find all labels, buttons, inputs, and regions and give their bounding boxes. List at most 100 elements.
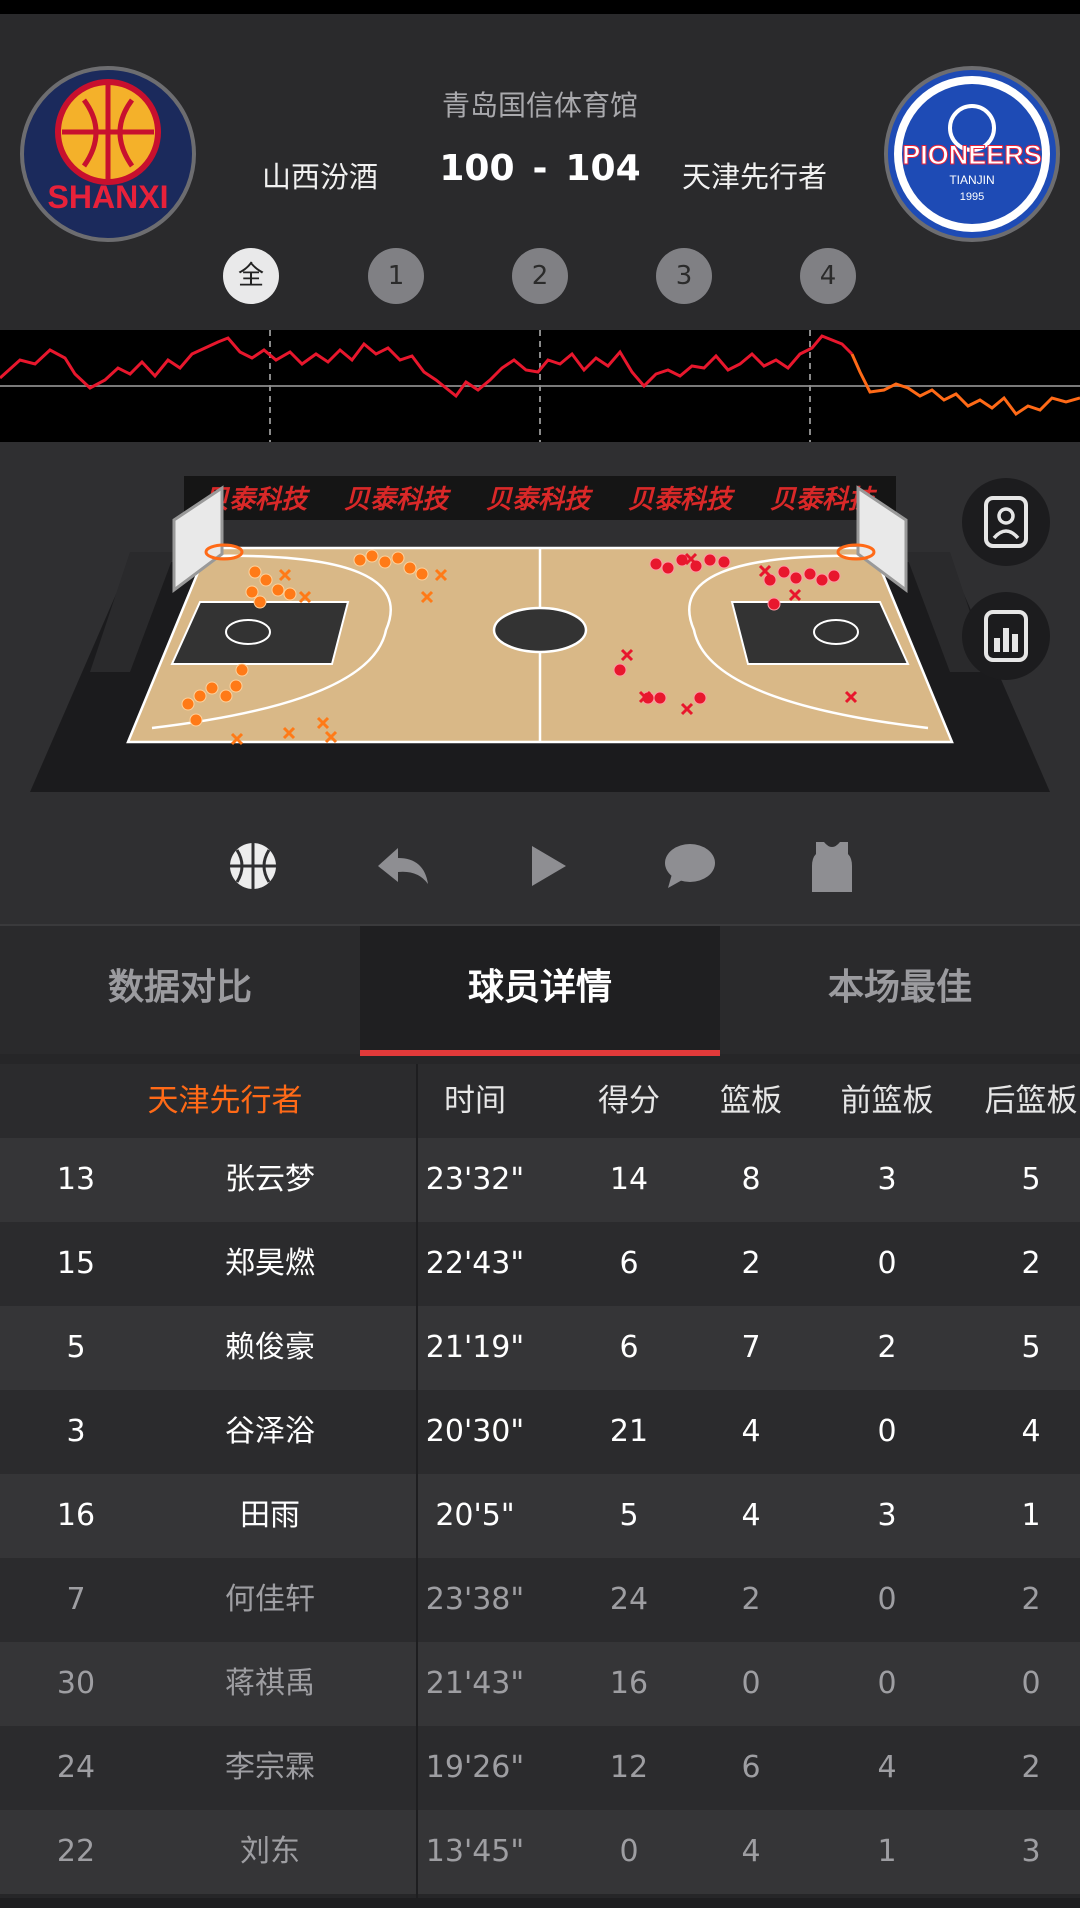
tab-bar: 数据对比 球员详情 本场最佳 <box>0 924 1080 1056</box>
table-row[interactable]: 3 谷泽浴 20'30" 21 4 0 4 <box>0 1390 1080 1474</box>
cell-points: 21 <box>609 1414 649 1449</box>
ad-board-text: 贝泰科技 <box>486 484 594 514</box>
cell-rebounds: 4 <box>741 1498 761 1533</box>
shot-chart-toggle[interactable] <box>223 836 283 896</box>
home-team-logo[interactable]: SHANXI <box>20 66 196 242</box>
team-column-header[interactable]: 天津先行者 <box>60 1064 390 1138</box>
cell-offensive-rebounds: 0 <box>877 1414 897 1449</box>
cell-time: 20'5" <box>435 1498 515 1533</box>
table-column-divider <box>416 1064 418 1908</box>
cell-defensive-rebounds: 5 <box>1021 1162 1041 1197</box>
cell-player-name: 刘东 <box>240 1834 300 1869</box>
game-header: SHANXI PIONEERS TIANJIN 1995 青岛国信体育馆 山西汾… <box>0 14 1080 330</box>
score-separator: - <box>532 148 548 189</box>
tab-player-details[interactable]: 球员详情 <box>360 926 720 1056</box>
cell-defensive-rebounds: 2 <box>1021 1246 1041 1281</box>
cell-rebounds: 4 <box>741 1834 761 1869</box>
player-card-button[interactable] <box>962 478 1050 566</box>
cell-rebounds: 4 <box>741 1414 761 1449</box>
period-1-button[interactable]: 1 <box>368 248 424 304</box>
period-2-button[interactable]: 2 <box>512 248 568 304</box>
column-header-rebounds[interactable]: 篮板 <box>696 1064 806 1138</box>
cell-rebounds: 7 <box>741 1330 761 1365</box>
cell-offensive-rebounds: 3 <box>877 1498 897 1533</box>
tab-best-players[interactable]: 本场最佳 <box>720 926 1080 1056</box>
screen: { "game": { "venue": "青岛国信体育馆", "home_te… <box>0 0 1080 1908</box>
cell-points: 5 <box>619 1498 639 1533</box>
table-row[interactable]: 24 李宗霖 19'26" 12 6 4 2 <box>0 1726 1080 1810</box>
replay-button[interactable] <box>374 836 434 896</box>
cell-number: 7 <box>66 1582 86 1617</box>
cell-defensive-rebounds: 3 <box>1021 1834 1041 1869</box>
stats-report-icon <box>984 610 1028 662</box>
cell-player-name: 赖俊豪 <box>225 1330 315 1365</box>
cell-defensive-rebounds: 1 <box>1021 1498 1041 1533</box>
cell-points: 16 <box>609 1666 649 1701</box>
cell-time: 13'45" <box>425 1834 525 1869</box>
cell-defensive-rebounds: 4 <box>1021 1414 1041 1449</box>
table-row[interactable]: 30 蒋祺禹 21'43" 16 0 0 0 <box>0 1642 1080 1726</box>
cell-player-name: 张云梦 <box>225 1162 315 1197</box>
shot-chart: 贝泰科技 贝泰科技 贝泰科技 贝泰科技 贝泰科技 <box>30 476 1050 792</box>
cell-player-name: 李宗霖 <box>225 1750 315 1785</box>
table-header: 天津先行者 时间 得分 篮板 前篮板 后篮板 <box>0 1064 1080 1138</box>
lineup-button[interactable] <box>802 836 862 896</box>
tab-data-comparison[interactable]: 数据对比 <box>0 926 360 1056</box>
cell-number: 22 <box>56 1834 96 1869</box>
column-header-defensive-rebounds[interactable]: 后篮板 <box>966 1064 1080 1138</box>
player-card-icon <box>984 496 1028 548</box>
cell-player-name: 郑昊燃 <box>225 1246 315 1281</box>
away-logo-year: 1995 <box>960 191 984 203</box>
stats-report-button[interactable] <box>962 592 1050 680</box>
cell-points: 14 <box>609 1162 649 1197</box>
column-header-time[interactable]: 时间 <box>420 1064 530 1138</box>
cell-time: 21'43" <box>425 1666 525 1701</box>
bottom-strip <box>0 1898 1080 1908</box>
away-team-name: 天津先行者 <box>682 160 828 194</box>
column-header-points[interactable]: 得分 <box>574 1064 684 1138</box>
cell-time: 21'19" <box>425 1330 525 1365</box>
cell-rebounds: 0 <box>741 1666 761 1701</box>
cell-time: 20'30" <box>425 1414 525 1449</box>
replay-icon <box>378 848 428 884</box>
table-row[interactable]: 15 郑昊燃 22'43" 6 2 0 2 <box>0 1222 1080 1306</box>
cell-time: 23'38" <box>425 1582 525 1617</box>
away-team-logo[interactable]: PIONEERS TIANJIN 1995 <box>884 66 1060 242</box>
cell-defensive-rebounds: 0 <box>1021 1666 1041 1701</box>
cell-time: 23'32" <box>425 1162 525 1197</box>
score-trend-chart <box>0 330 1080 442</box>
away-logo-text: PIONEERS <box>902 140 1042 170</box>
cell-time: 22'43" <box>425 1246 525 1281</box>
table-row[interactable]: 13 张云梦 23'32" 14 8 3 5 <box>0 1138 1080 1222</box>
cell-number: 5 <box>66 1330 86 1365</box>
period-4-button[interactable]: 4 <box>800 248 856 304</box>
player-stats-table: 天津先行者 时间 得分 篮板 前篮板 后篮板 1 3 张云梦 23'32" 14 8 3 5 1… <box>0 1064 1080 1894</box>
cell-player-name: 蒋祺禹 <box>225 1666 315 1701</box>
cell-number: 24 <box>56 1750 96 1785</box>
cell-rebounds: 8 <box>741 1162 761 1197</box>
away-logo-sub: TIANJIN <box>949 173 994 187</box>
cell-number: 3 <box>66 1414 86 1449</box>
period-3-button[interactable]: 3 <box>656 248 712 304</box>
table-row[interactable]: 7 何佳轩 23'38" 24 2 0 2 <box>0 1558 1080 1642</box>
trend-line-home <box>850 353 1080 417</box>
table-row[interactable]: 22 刘东 13'45" 0 4 1 3 <box>0 1810 1080 1894</box>
play-icon <box>532 846 566 886</box>
play-button[interactable] <box>518 836 578 896</box>
period-all-button[interactable]: 全 <box>223 248 279 304</box>
cell-defensive-rebounds: 2 <box>1021 1582 1041 1617</box>
cell-number: 15 <box>56 1246 96 1281</box>
cell-points: 6 <box>619 1246 639 1281</box>
cell-player-name: 何佳轩 <box>225 1582 315 1617</box>
table-row[interactable]: 5 赖俊豪 21'19" 6 7 2 5 <box>0 1306 1080 1390</box>
table-row[interactable]: 16 田雨 20'5" 5 4 3 1 <box>0 1474 1080 1558</box>
playback-toolbar <box>0 812 1080 924</box>
cell-time: 19'26" <box>425 1750 525 1785</box>
cell-offensive-rebounds: 4 <box>877 1750 897 1785</box>
shot-chart-area: 贝泰科技 贝泰科技 贝泰科技 贝泰科技 贝泰科技 <box>0 442 1080 812</box>
column-header-offensive-rebounds[interactable]: 前篮板 <box>822 1064 952 1138</box>
home-score: 100 <box>439 148 515 189</box>
comment-button[interactable] <box>660 836 720 896</box>
status-strip <box>0 0 1080 14</box>
ad-board-text: 贝泰科技 <box>628 484 736 514</box>
